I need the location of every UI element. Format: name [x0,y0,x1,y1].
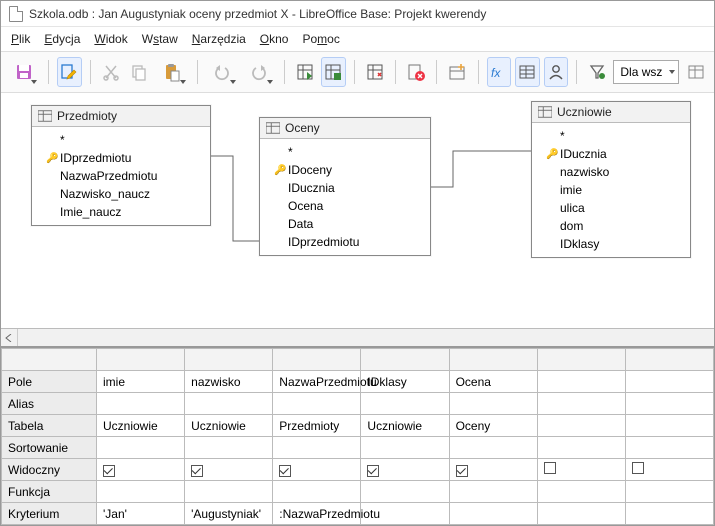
cell-tabela[interactable]: Oceny [449,415,537,437]
scroll-left-icon[interactable] [1,329,18,346]
column-header[interactable] [361,349,449,371]
cell-pole[interactable] [625,371,713,393]
table-title: Uczniowie [557,105,612,119]
column-header[interactable] [273,349,361,371]
column-header[interactable] [97,349,185,371]
save-button[interactable] [7,57,40,87]
cell-kryterium[interactable]: 'Jan' [97,503,185,525]
field[interactable]: IDprzedmiotu [288,235,359,249]
menu-edycja[interactable]: Edycja [44,32,80,46]
design-grid: Pole imie nazwisko NazwaPrzedmiotu IDkla… [1,346,714,525]
table-uczniowie[interactable]: Uczniowie * 🔑IDucznia nazwisko imie ulic… [531,101,691,258]
redo-button[interactable] [243,57,276,87]
field[interactable]: imie [560,183,582,197]
row-label-kryterium: Kryterium [2,503,97,525]
table-title: Oceny [285,121,320,135]
horizontal-scrollbar[interactable] [1,328,714,346]
row-label-sortowanie: Sortowanie [2,437,97,459]
field[interactable]: IDoceny [288,163,332,177]
visible-checkbox[interactable] [103,465,115,477]
field[interactable]: IDucznia [560,147,607,161]
toolbar: fx Dla wsz [1,51,714,93]
sql-view-button[interactable] [362,57,387,87]
menu-plik[interactable]: Plik [11,32,30,46]
functions-button[interactable]: fx [487,57,512,87]
menu-narzedzia[interactable]: Narzędzia [192,32,246,46]
field[interactable]: Imie_naucz [60,205,121,219]
window-title: Szkola.odb : Jan Augustyniak oceny przed… [29,7,486,21]
visible-checkbox[interactable] [367,465,379,477]
field[interactable]: Nazwisko_naucz [60,187,150,201]
column-header[interactable] [449,349,537,371]
field[interactable]: ulica [560,201,585,215]
menu-pomoc[interactable]: Pomoc [302,32,339,46]
field-star[interactable]: * [288,145,293,159]
visible-checkbox[interactable] [544,462,556,474]
column-header[interactable] [185,349,273,371]
table-title: Przedmioty [57,109,117,123]
titlebar: Szkola.odb : Jan Augustyniak oceny przed… [1,1,714,27]
add-table-button[interactable] [445,57,470,87]
menu-widok[interactable]: Widok [94,32,127,46]
row-label-tabela: Tabela [2,415,97,437]
cell-pole[interactable] [537,371,625,393]
limit-combo[interactable]: Dla wsz [613,60,679,84]
menu-okno[interactable]: Okno [260,32,289,46]
edit-mode-button[interactable] [57,57,82,87]
undo-button[interactable] [205,57,238,87]
relation-diagram[interactable]: Przedmioty * 🔑IDprzedmiotu NazwaPrzedmio… [1,93,714,328]
cell-pole[interactable]: imie [97,371,185,393]
cell-kryterium[interactable]: :NazwaPrzedmiotu [273,503,361,525]
visible-checkbox[interactable] [456,465,468,477]
field-star[interactable]: * [560,129,565,143]
visible-checkbox[interactable] [632,462,644,474]
table-przedmioty[interactable]: Przedmioty * 🔑IDprzedmiotu NazwaPrzedmio… [31,105,211,226]
column-header[interactable] [537,349,625,371]
row-label-widoczny: Widoczny [2,459,97,481]
copy-button[interactable] [127,57,152,87]
cell-pole[interactable]: NazwaPrzedmiotu [273,371,361,393]
design-view-button[interactable] [321,57,346,87]
row-label-alias: Alias [2,393,97,415]
field[interactable]: Data [288,217,313,231]
visible-checkbox[interactable] [191,465,203,477]
table-name-button[interactable] [515,57,540,87]
field[interactable]: IDucznia [288,181,335,195]
distinct-values-button[interactable] [585,57,610,87]
cell-tabela[interactable]: Uczniowie [97,415,185,437]
field[interactable]: IDklasy [560,237,599,251]
corner-cell [2,349,97,371]
clear-query-button[interactable] [404,57,429,87]
cell-pole[interactable]: IDklasy [361,371,449,393]
cell-pole[interactable]: Ocena [449,371,537,393]
paste-button[interactable] [155,57,188,87]
menubar: Plik Edycja Widok Wstaw Narzędzia Okno P… [1,27,714,51]
cell-kryterium[interactable]: 'Augustyniak' [185,503,273,525]
alias-button[interactable] [544,57,569,87]
table-oceny[interactable]: Oceny * 🔑IDoceny IDucznia Ocena Data IDp… [259,117,431,256]
cell-pole[interactable]: nazwisko [185,371,273,393]
run-query-button[interactable] [293,57,318,87]
menu-wstaw[interactable]: Wstaw [142,32,178,46]
visible-checkbox[interactable] [279,465,291,477]
document-icon [9,6,23,22]
field[interactable]: NazwaPrzedmiotu [60,169,157,183]
row-label-pole: Pole [2,371,97,393]
svg-text:fx: fx [491,66,501,80]
field[interactable]: dom [560,219,583,233]
row-label-funkcja: Funkcja [2,481,97,503]
toolbar-overflow-button[interactable] [683,57,708,87]
field[interactable]: nazwisko [560,165,609,179]
cell-tabela[interactable]: Uczniowie [185,415,273,437]
column-header[interactable] [625,349,713,371]
cut-button[interactable] [98,57,123,87]
cell-tabela[interactable]: Przedmioty [273,415,361,437]
cell-tabela[interactable]: Uczniowie [361,415,449,437]
field[interactable]: IDprzedmiotu [60,151,131,165]
field-star[interactable]: * [60,133,65,147]
field[interactable]: Ocena [288,199,323,213]
